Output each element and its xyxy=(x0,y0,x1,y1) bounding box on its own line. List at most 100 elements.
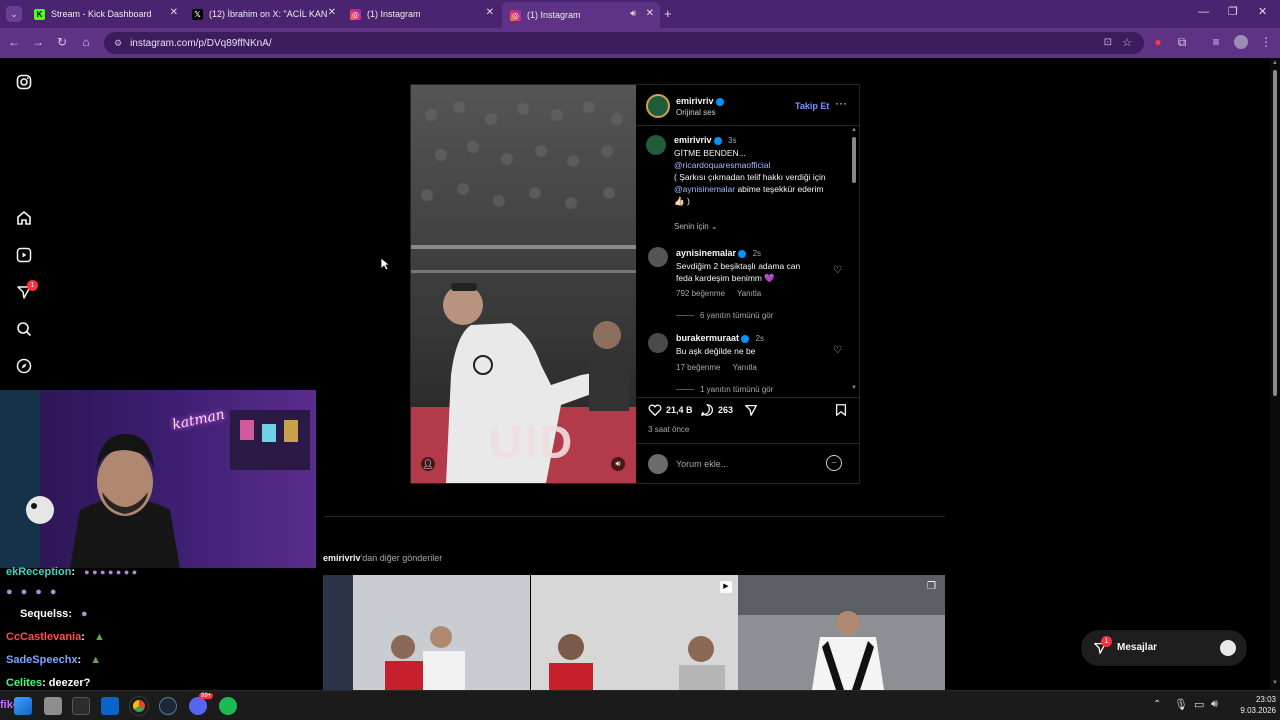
comment-like-icon[interactable]: ♡ xyxy=(833,265,842,276)
minimize-button[interactable]: — xyxy=(1198,6,1209,18)
clock[interactable]: 23:03 9.03.2026 xyxy=(1226,694,1276,716)
comment-likes[interactable]: 792 beğenme xyxy=(676,289,725,298)
outlook-icon[interactable] xyxy=(101,697,119,715)
close-icon[interactable]: ✕ xyxy=(486,7,494,18)
home-icon[interactable]: ⌂ xyxy=(78,35,94,49)
messages-icon[interactable]: 1 xyxy=(14,280,38,302)
author-username[interactable]: emirivriv xyxy=(676,96,724,106)
site-info-icon[interactable]: ⚙ xyxy=(114,38,122,49)
view-replies-button[interactable]: 1 yanıtın tümünü gör xyxy=(676,385,773,394)
commenter-avatar[interactable] xyxy=(648,333,668,353)
tab-search-button[interactable]: ⌄ xyxy=(6,6,22,22)
instagram-logo-icon[interactable] xyxy=(14,72,34,92)
forward-icon[interactable]: → xyxy=(30,35,46,49)
microphone-icon[interactable]: 🎙︎ xyxy=(1174,698,1188,711)
comment-author[interactable]: aynisinemalar 2s xyxy=(676,248,761,258)
media-controls-icon[interactable]: ≡ xyxy=(1208,35,1224,49)
messages-button[interactable]: 1 Mesajlar xyxy=(1081,630,1247,666)
bookmark-star-icon[interactable]: ☆ xyxy=(1122,36,1132,49)
reload-icon[interactable]: ↻ xyxy=(54,35,70,49)
volume-icon[interactable]: 🔊︎ xyxy=(1211,698,1218,711)
discord-icon[interactable] xyxy=(189,697,207,715)
reel-indicator-icon: ▶ xyxy=(720,581,732,593)
grid-post[interactable]: ▶ xyxy=(531,575,738,690)
heart-icon xyxy=(648,404,662,416)
spotify-icon[interactable] xyxy=(219,697,237,715)
webcam-frame xyxy=(0,390,316,568)
share-button[interactable] xyxy=(744,403,758,422)
caption-author-avatar[interactable] xyxy=(646,135,666,155)
tray-overflow-icon[interactable]: ⌃ xyxy=(1153,699,1161,710)
tab-x-post[interactable]: 𝕏 (12) İbrahim on X: "ACİL KAN İh ✕ xyxy=(184,4,342,24)
carousel-indicator-icon: ❐ xyxy=(927,581,936,592)
reel-video[interactable]: UID 👤︎ 🔊︎ xyxy=(411,85,636,483)
messages-badge: 1 xyxy=(1101,636,1112,647)
grid-post-image xyxy=(531,575,738,690)
comment-reply-button[interactable]: Yanıtla xyxy=(737,289,761,298)
send-icon xyxy=(745,404,757,416)
back-icon[interactable]: ← xyxy=(6,35,22,49)
profile-avatar[interactable] xyxy=(1234,35,1248,49)
chrome-icon[interactable] xyxy=(130,697,148,715)
audio-label[interactable]: Orijinal ses xyxy=(676,108,716,117)
comment-like-icon[interactable]: ♡ xyxy=(833,345,842,356)
file-explorer-icon[interactable] xyxy=(44,697,62,715)
chat-message: SadeSpeechx: ▲ xyxy=(6,654,102,666)
chat-username: CcCastlevania xyxy=(6,631,82,643)
close-icon[interactable]: ✕ xyxy=(646,8,654,19)
install-app-icon[interactable]: ⊡ xyxy=(1104,37,1112,48)
close-icon[interactable]: ✕ xyxy=(170,7,178,18)
save-button[interactable] xyxy=(834,403,848,422)
close-icon[interactable]: ✕ xyxy=(328,7,336,18)
chat-username: ekReception xyxy=(6,566,72,578)
new-tab-button[interactable]: + xyxy=(664,6,672,21)
follow-button[interactable]: Takip Et xyxy=(795,101,829,111)
comment-likes[interactable]: 17 beğenme xyxy=(676,363,720,372)
author-avatar[interactable] xyxy=(646,94,670,118)
commenter-avatar[interactable] xyxy=(648,247,668,267)
more-options-icon[interactable]: ··· xyxy=(835,96,847,110)
extension-red-icon[interactable]: ● xyxy=(1150,35,1166,49)
home-icon[interactable] xyxy=(14,208,34,228)
comment-bubble-icon xyxy=(701,404,714,416)
store-icon[interactable] xyxy=(72,697,90,715)
like-button[interactable]: 21,4 B xyxy=(648,403,693,417)
mute-icon[interactable]: 🔊︎ xyxy=(611,457,625,471)
tab-instagram-2[interactable]: ◎ (1) Instagram 🔊︎ ✕ xyxy=(502,2,660,28)
tab-title: Stream - Kick Dashboard xyxy=(51,9,152,19)
reels-icon[interactable] xyxy=(14,245,34,265)
speaker-icon[interactable]: 🔊︎ xyxy=(630,8,636,19)
caption-author[interactable]: emirivriv 3s xyxy=(674,135,737,145)
messages-label: Mesajlar xyxy=(1117,642,1158,653)
comment-reply-button[interactable]: Yanıtla xyxy=(732,363,756,372)
explore-compass-icon[interactable] xyxy=(14,356,34,376)
tab-kick-dashboard[interactable]: K Stream - Kick Dashboard ✕ xyxy=(26,4,184,24)
comment-filter-dropdown[interactable]: Senin için ⌄ xyxy=(674,222,718,231)
comment-input[interactable]: Yorum ekle... xyxy=(676,459,816,469)
grid-post[interactable]: ❐ xyxy=(738,575,945,690)
menu-dots-icon[interactable]: ⋮ xyxy=(1258,35,1274,49)
more-posts-author[interactable]: emirivriv xyxy=(323,553,361,563)
emoji-icon[interactable]: ⌣ xyxy=(826,455,842,471)
start-menu-icon[interactable] xyxy=(14,697,32,715)
close-window-button[interactable]: ✕ xyxy=(1258,5,1267,18)
page-scrollbar[interactable]: ▲ ▼ xyxy=(1270,58,1280,690)
caption-mention-link[interactable]: @ricardoquaresmaofficial xyxy=(674,159,844,171)
extensions-puzzle-icon[interactable]: ⧉ xyxy=(1174,35,1190,50)
search-icon[interactable] xyxy=(14,319,34,339)
restore-button[interactable]: ❐ xyxy=(1228,5,1238,18)
comment-button[interactable]: 263 xyxy=(700,403,733,417)
comments-scrollbar[interactable]: ▲ ▼ xyxy=(850,127,858,395)
grid-post[interactable] xyxy=(323,575,530,690)
network-icon[interactable]: ▭ xyxy=(1194,698,1204,711)
caption-mention-link[interactable]: @aynisinemalar xyxy=(674,184,735,194)
tagged-people-icon[interactable]: 👤︎ xyxy=(421,457,435,471)
address-bar[interactable]: ⚙ instagram.com/p/DVq89ffNKnA/ ⊡ ☆ xyxy=(104,32,1144,54)
mouse-cursor-icon xyxy=(380,257,391,276)
browser-tab-strip: ⌄ K Stream - Kick Dashboard ✕ 𝕏 (12) İbr… xyxy=(0,0,1280,28)
steam-icon[interactable] xyxy=(159,697,177,715)
view-replies-button[interactable]: 6 yanıtın tümünü gör xyxy=(676,311,773,320)
verified-icon xyxy=(713,136,722,145)
tab-instagram-1[interactable]: ◎ (1) Instagram ✕ xyxy=(342,4,500,24)
comment-author[interactable]: burakermuraat 2s xyxy=(676,333,764,343)
